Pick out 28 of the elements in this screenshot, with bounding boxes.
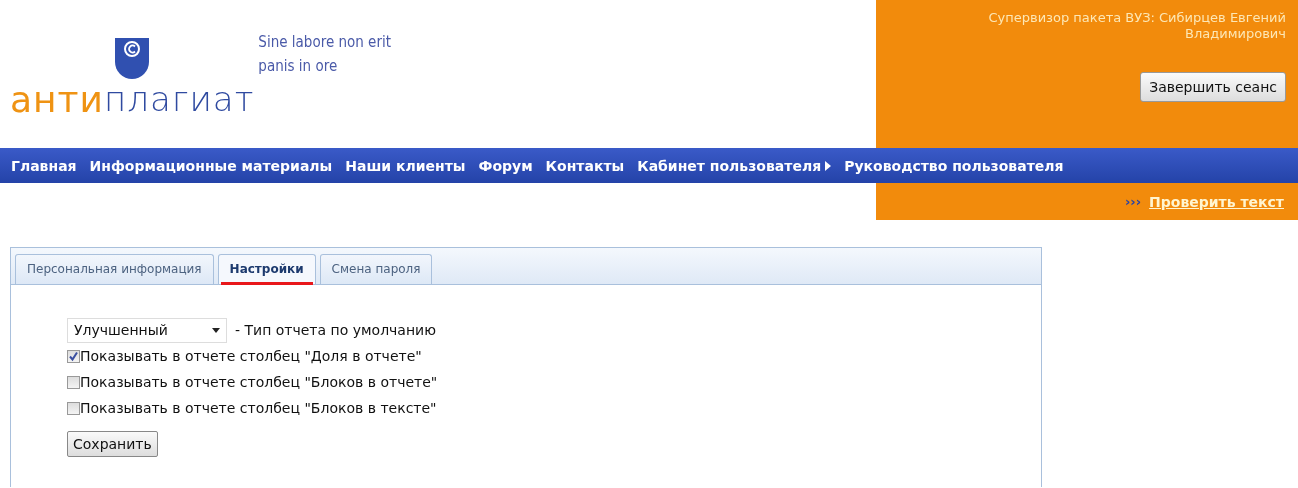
- checkbox-label: Показывать в отчете столбец "Блоков в отчете": [80, 374, 438, 390]
- checkbox-label: Показывать в отчете столбец "Доля в отчете": [80, 348, 422, 364]
- checkbox[interactable]: [67, 401, 80, 415]
- nav-link[interactable]: Наши клиенты: [345, 157, 466, 174]
- nav-link[interactable]: Контакты: [545, 157, 625, 174]
- caret-icon: [825, 160, 832, 171]
- nav-link[interactable]: Форум: [478, 157, 533, 174]
- tab[interactable]: Настройки: [217, 254, 316, 284]
- nav-link[interactable]: Руководство пользователя: [844, 157, 1064, 174]
- tab[interactable]: Персональная информация: [15, 254, 214, 284]
- nav-link[interactable]: Информационные материалы: [89, 157, 333, 174]
- report-type-select[interactable]: Улучшенный: [67, 317, 227, 343]
- report-type-label: - Тип отчета по умолчанию: [235, 322, 436, 338]
- link-marker: ›››: [1125, 194, 1142, 209]
- save-button[interactable]: Сохранить: [67, 431, 158, 457]
- logout-button[interactable]: Завершить сеанс: [1140, 72, 1286, 102]
- motto-line: Sine labore non erit: [258, 32, 391, 53]
- nav-link[interactable]: Кабинет пользователя: [637, 157, 832, 174]
- nav-link[interactable]: Главная: [11, 157, 77, 174]
- user-role-text: Супервизор пакета ВУЗ: Сибирцев Евгений Владимирович: [987, 10, 1286, 42]
- logo-wordmark[interactable]: анти плагиат: [10, 82, 255, 118]
- tab[interactable]: Смена пароля: [319, 254, 433, 284]
- shield-icon: [115, 38, 150, 82]
- checkbox[interactable]: [67, 349, 80, 363]
- motto-line: panis in ore: [258, 56, 339, 77]
- caret-icon: [212, 327, 220, 333]
- checkbox[interactable]: [67, 375, 80, 389]
- checkbox-label: Показывать в отчете столбец "Блоков в тексте": [80, 400, 437, 416]
